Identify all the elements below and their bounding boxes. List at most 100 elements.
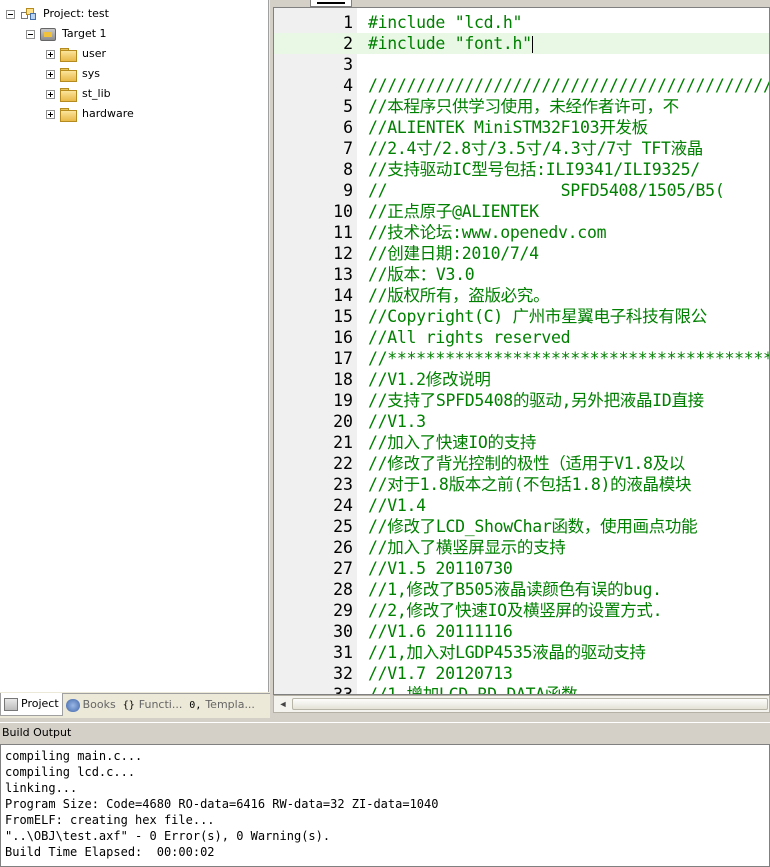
expand-icon[interactable] xyxy=(46,49,55,59)
tree-group-hardware[interactable]: hardware xyxy=(46,104,134,124)
line-number: 17 xyxy=(333,349,353,368)
tree-group-sys[interactable]: sys xyxy=(46,64,100,84)
line-number: 8 xyxy=(343,160,353,179)
code-line[interactable]: 22 //修改了背光控制的极性（适用于V1.8及以 xyxy=(274,453,769,474)
text-caret xyxy=(531,36,533,53)
line-number: 18 xyxy=(333,370,353,389)
line-text: //修改了背光控制的极性（适用于V1.8及以 xyxy=(368,454,686,473)
line-number: 13 xyxy=(333,265,353,284)
build-output-panel[interactable]: compiling main.c... compiling lcd.c... lin… xyxy=(0,744,770,867)
project-pane-tabs: Project Books {} Functi... 0, Templa... xyxy=(0,693,270,718)
line-number: 10 xyxy=(333,202,353,221)
code-line[interactable]: 16 //All rights reserved xyxy=(274,327,769,348)
group-label: user xyxy=(82,47,106,60)
tree-group-st-lib[interactable]: st_lib xyxy=(46,84,111,104)
project-label: Project: test xyxy=(43,7,109,20)
build-output-title: Build Output xyxy=(0,722,770,742)
code-line[interactable]: 19 //支持了SPFD5408的驱动,另外把液晶ID直接 xyxy=(274,390,769,411)
line-text: ////////////////////////////////////////… xyxy=(368,76,770,95)
code-line[interactable]: 7 //2.4寸/2.8寸/3.5寸/4.3寸/7寸 TFT液晶 xyxy=(274,138,769,159)
code-line[interactable]: 4 ///////////////////////////////////////… xyxy=(274,75,769,96)
code-line[interactable]: 6 //ALIENTEK MiniSTM32F103开发板 xyxy=(274,117,769,138)
line-number: 3 xyxy=(343,55,353,74)
line-text: //对于1.8版本之前(不包括1.8)的液晶模块 xyxy=(368,475,692,494)
code-line[interactable]: 3 xyxy=(274,54,769,75)
collapse-icon[interactable] xyxy=(26,29,35,39)
code-line[interactable]: 8 //支持驱动IC型号包括:ILI9341/ILI9325/ xyxy=(274,159,769,180)
code-line[interactable]: 15 //Copyright(C) 广州市星翼电子科技有限公 xyxy=(274,306,769,327)
line-text: //支持驱动IC型号包括:ILI9341/ILI9325/ xyxy=(368,160,700,179)
line-text: //V1.6 20111116 xyxy=(368,622,513,641)
code-line[interactable]: 10 //正点原子@ALIENTEK xyxy=(274,201,769,222)
code-line[interactable]: 26 //加入了横竖屏显示的支持 xyxy=(274,537,769,558)
code-line[interactable]: 2 #include "font.h" xyxy=(274,33,769,54)
line-text: //本程序只供学习使用，未经作者许可，不 xyxy=(368,97,679,116)
line-number: 19 xyxy=(333,391,353,410)
line-number: 27 xyxy=(333,559,353,578)
line-text: //1,修改了B505液晶读颜色有误的bug. xyxy=(368,580,662,599)
code-line[interactable]: 9 // SPFD5408/1505/B5( xyxy=(274,180,769,201)
tree-project-root[interactable]: Project: test xyxy=(6,4,109,24)
line-number: 29 xyxy=(333,601,353,620)
tab-label: Functi... xyxy=(138,698,183,711)
collapse-icon[interactable] xyxy=(6,9,15,19)
code-line[interactable]: 18 //V1.2修改说明 xyxy=(274,369,769,390)
code-line[interactable]: 33 //1,增加LCD_RD_DATA函数 xyxy=(274,684,769,694)
line-number: 1 xyxy=(343,13,353,32)
code-line[interactable]: 29 //2,修改了快速IO及横竖屏的设置方式. xyxy=(274,600,769,621)
line-number: 23 xyxy=(333,475,353,494)
code-line[interactable]: 28 //1,修改了B505液晶读颜色有误的bug. xyxy=(274,579,769,600)
expand-icon[interactable] xyxy=(46,69,55,79)
code-line[interactable]: 1 #include "lcd.h" xyxy=(274,12,769,33)
line-number: 25 xyxy=(333,517,353,536)
tab-functions[interactable]: {} Functi... xyxy=(119,694,186,716)
project-tree: Project: test Target 1 user sys st_lib h… xyxy=(0,0,269,692)
line-text: //加入了横竖屏显示的支持 xyxy=(368,538,566,557)
code-line[interactable]: 20 //V1.3 xyxy=(274,411,769,432)
line-number: 2 xyxy=(343,34,353,53)
tab-templates[interactable]: 0, Templa... xyxy=(185,694,258,716)
code-line[interactable]: 13 //版本：V3.0 xyxy=(274,264,769,285)
expand-icon[interactable] xyxy=(46,109,55,119)
line-number: 22 xyxy=(333,454,353,473)
line-text: //V1.2修改说明 xyxy=(368,370,491,389)
line-number: 5 xyxy=(343,97,353,116)
project-icon xyxy=(4,697,18,711)
code-line[interactable]: 31 //1,加入对LGDP4535液晶的驱动支持 xyxy=(274,642,769,663)
expand-icon[interactable] xyxy=(46,89,55,99)
code-line[interactable]: 11 //技术论坛:www.openedv.com xyxy=(274,222,769,243)
code-line[interactable]: 12 //创建日期:2010/7/4 xyxy=(274,243,769,264)
books-icon xyxy=(65,698,80,712)
code-line[interactable]: 25 //修改了LCD_ShowChar函数，使用画点功能 xyxy=(274,516,769,537)
code-line[interactable]: 27 //V1.5 20110730 xyxy=(274,558,769,579)
code-line[interactable]: 17 //************************************… xyxy=(274,348,769,369)
code-line[interactable]: 32 //V1.7 20120713 xyxy=(274,663,769,684)
tab-books[interactable]: Books xyxy=(63,694,119,716)
build-output-line: linking... xyxy=(5,781,78,795)
line-text: //加入了快速IO的支持 xyxy=(368,433,537,452)
tree-target[interactable]: Target 1 xyxy=(26,24,107,44)
build-output-line: Program Size: Code=4680 RO-data=6416 RW-… xyxy=(5,797,439,811)
line-number: 6 xyxy=(343,118,353,137)
scroll-left-arrow-icon[interactable]: ◄ xyxy=(277,698,289,710)
tree-group-user[interactable]: user xyxy=(46,44,106,64)
code-line[interactable]: 14 //版权所有，盗版必究。 xyxy=(274,285,769,306)
code-line[interactable]: 30 //V1.6 20111116 xyxy=(274,621,769,642)
editor-pane: 1 #include "lcd.h" 2 #include "font.h" 3 4 ///… xyxy=(273,0,770,718)
folder-icon xyxy=(60,48,77,62)
functions-icon: {} xyxy=(122,699,135,711)
code-line[interactable]: 24 //V1.4 xyxy=(274,495,769,516)
folder-icon xyxy=(60,68,77,82)
line-number: 14 xyxy=(333,286,353,305)
horizontal-scrollbar[interactable]: ◄ xyxy=(273,695,770,713)
line-text: //1,加入对LGDP4535液晶的驱动支持 xyxy=(368,643,646,662)
code-line[interactable]: 23 //对于1.8版本之前(不包括1.8)的液晶模块 xyxy=(274,474,769,495)
line-number: 16 xyxy=(333,328,353,347)
scrollbar-thumb[interactable] xyxy=(292,698,768,710)
editor-file-tab[interactable] xyxy=(310,0,352,7)
code-line[interactable]: 5 //本程序只供学习使用，未经作者许可，不 xyxy=(274,96,769,117)
tab-project[interactable]: Project xyxy=(0,693,63,716)
code-editor[interactable]: 1 #include "lcd.h" 2 #include "font.h" 3 4 ///… xyxy=(273,7,770,695)
code-line[interactable]: 21 //加入了快速IO的支持 xyxy=(274,432,769,453)
build-output-line: compiling main.c... xyxy=(5,749,143,763)
